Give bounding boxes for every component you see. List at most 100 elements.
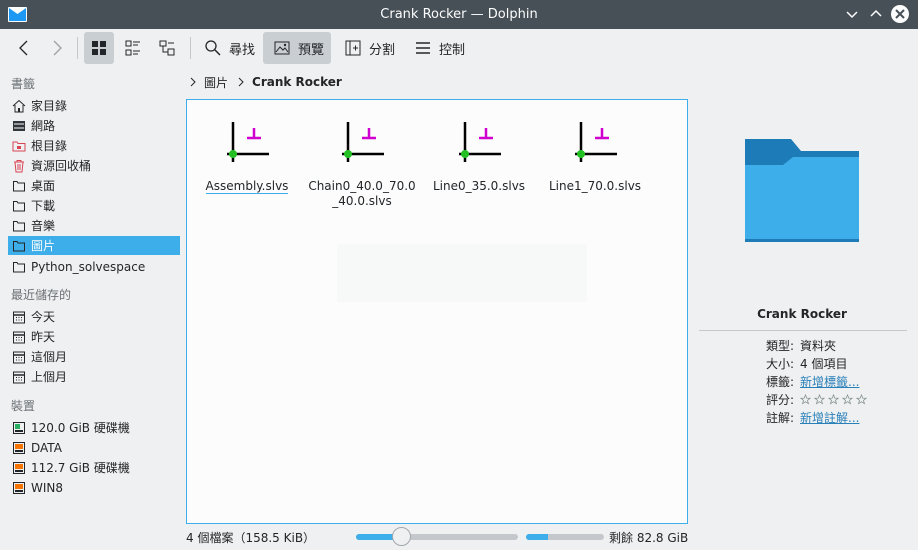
- file-item[interactable]: Chain0_40.0_70.0_40.0.slvs: [307, 118, 417, 209]
- sidebar-item-drive-112[interactable]: 112.7 GiB 硬碟機: [8, 458, 180, 477]
- breadcrumb: 圖片 Crank Rocker: [186, 72, 342, 92]
- maximize-button[interactable]: [867, 5, 885, 23]
- info-key: 標籤:: [765, 374, 794, 389]
- sidebar-item-label: 圖片: [31, 239, 56, 253]
- folder-icon: [12, 260, 26, 274]
- sidebar-item-label: WIN8: [31, 480, 64, 495]
- close-button[interactable]: [891, 5, 909, 23]
- sidebar-item-network[interactable]: 網路: [8, 116, 180, 135]
- status-summary: 4 個檔案（158.5 KiB）: [186, 531, 316, 545]
- info-key: 註解:: [765, 410, 794, 425]
- folder-preview-icon: [745, 139, 859, 242]
- rating-stars[interactable]: [800, 393, 907, 405]
- file-name: Assembly.slvs: [205, 179, 289, 194]
- file-name: Line0_35.0.slvs: [432, 179, 526, 193]
- sidebar-item-drive-data[interactable]: DATA: [8, 438, 180, 457]
- sidebar-item-label: 120.0 GiB 硬碟機: [31, 421, 130, 435]
- zoom-slider-handle[interactable]: [392, 527, 412, 546]
- split-view-icon: [345, 40, 361, 56]
- toolbar-separator: [190, 37, 191, 59]
- info-separator: [699, 330, 907, 331]
- sidebar-item-pictures[interactable]: 圖片: [8, 236, 180, 255]
- info-key: 類型:: [765, 338, 794, 353]
- back-button[interactable]: [12, 32, 36, 64]
- chevron-right-icon[interactable]: [188, 77, 198, 87]
- sidebar-item-home[interactable]: 家目錄: [8, 96, 180, 115]
- minimize-button[interactable]: [843, 5, 861, 23]
- slvs-file-icon: [459, 122, 501, 162]
- sidebar-item-root[interactable]: 根目錄: [8, 136, 180, 155]
- folder-icon: [12, 239, 26, 253]
- search-icon: [205, 40, 221, 56]
- back-arrow-icon: [19, 40, 28, 56]
- forward-button[interactable]: [45, 32, 69, 64]
- folder-icon: [12, 179, 26, 193]
- sidebar-item-music[interactable]: 音樂: [8, 216, 180, 235]
- star-empty-icon[interactable]: [800, 393, 811, 405]
- info-key: 大小:: [765, 356, 794, 371]
- details-view-button[interactable]: [152, 32, 182, 64]
- sidebar-item-label: 下載: [31, 199, 56, 213]
- sidebar-item-label: 根目錄: [31, 139, 68, 153]
- star-empty-icon[interactable]: [814, 393, 825, 405]
- breadcrumb-pictures[interactable]: 圖片: [204, 74, 228, 91]
- add-comment-link[interactable]: 新增註解...: [800, 409, 907, 426]
- main-toolbar: 尋找 預覽 分割 控制: [0, 29, 918, 67]
- info-row-comment: 註解: 新增註解...: [697, 408, 907, 426]
- information-panel: Crank Rocker 類型: 資料夾 大小: 4 個項目 標籤: 新增標籤.…: [697, 99, 907, 529]
- sidebar-item-label: 今天: [31, 310, 56, 324]
- star-empty-icon[interactable]: [842, 393, 853, 405]
- preview-button[interactable]: 預覽: [263, 32, 331, 64]
- info-value: 4 個項目: [800, 356, 848, 371]
- file-view[interactable]: Assembly.slvs Chain0_40.0_70.0_40.0.slvs…: [186, 99, 688, 524]
- sidebar-item-trash[interactable]: 資源回收桶: [8, 156, 180, 175]
- free-space-text: 剩餘 82.8 GiB: [609, 531, 689, 545]
- sidebar-item-today[interactable]: 今天: [8, 307, 180, 326]
- close-icon: [891, 5, 909, 23]
- sidebar-item-label: 昨天: [31, 330, 56, 344]
- sidebar-item-python-solvespace[interactable]: Python_solvespace: [8, 257, 180, 276]
- search-button[interactable]: 尋找: [198, 32, 258, 64]
- star-empty-icon[interactable]: [856, 393, 867, 405]
- calendar-icon: [12, 370, 26, 384]
- sidebar-item-this-month[interactable]: 這個月: [8, 347, 180, 366]
- control-menu-button[interactable]: 控制: [408, 32, 470, 64]
- dolphin-app-icon[interactable]: [8, 6, 27, 23]
- sidebar-item-desktop[interactable]: 桌面: [8, 176, 180, 195]
- icons-view-button[interactable]: [84, 32, 114, 64]
- image-preview-icon: [274, 41, 290, 55]
- preview-label: 預覽: [298, 42, 325, 58]
- add-tags-link[interactable]: 新增標籤...: [800, 373, 907, 390]
- sidebar-item-yesterday[interactable]: 昨天: [8, 327, 180, 346]
- drive-icon: [12, 481, 26, 495]
- sidebar-item-label: Python_solvespace: [31, 259, 146, 274]
- file-name: Line1_70.0.slvs: [548, 179, 642, 193]
- chevron-right-icon[interactable]: [236, 77, 246, 87]
- zoom-slider[interactable]: [356, 534, 518, 540]
- breadcrumb-current[interactable]: Crank Rocker: [252, 75, 342, 89]
- slvs-file-icon: [575, 122, 617, 162]
- hamburger-menu-icon: [416, 42, 430, 54]
- status-bar: 4 個檔案（158.5 KiB） 剩餘 82.8 GiB: [0, 524, 918, 550]
- compact-view-icon: [125, 40, 140, 56]
- file-item[interactable]: Line0_35.0.slvs: [424, 118, 534, 194]
- compact-view-button[interactable]: [118, 32, 148, 64]
- details-view-icon: [159, 40, 175, 56]
- places-panel: 書籤 家目錄 網路 根目錄 資源回收桶 桌面 下載 音樂 圖片 Python_s…: [0, 70, 182, 550]
- file-item[interactable]: Line1_70.0.slvs: [540, 118, 650, 194]
- sidebar-item-last-month[interactable]: 上個月: [8, 367, 180, 386]
- sidebar-item-downloads[interactable]: 下載: [8, 196, 180, 215]
- sidebar-item-drive-win8[interactable]: WIN8: [8, 478, 180, 497]
- calendar-icon: [12, 350, 26, 364]
- info-row-rating: 評分:: [697, 390, 907, 408]
- toolbar-separator: [77, 37, 78, 59]
- star-empty-icon[interactable]: [828, 393, 839, 405]
- calendar-icon: [12, 330, 26, 344]
- slvs-file-icon: [227, 122, 269, 162]
- sidebar-item-drive-120[interactable]: 120.0 GiB 硬碟機: [8, 418, 180, 437]
- network-icon: [12, 119, 26, 133]
- split-label: 分割: [369, 42, 396, 58]
- split-button[interactable]: 分割: [338, 32, 400, 64]
- drive-icon: [12, 441, 26, 455]
- file-item[interactable]: Assembly.slvs: [192, 118, 302, 194]
